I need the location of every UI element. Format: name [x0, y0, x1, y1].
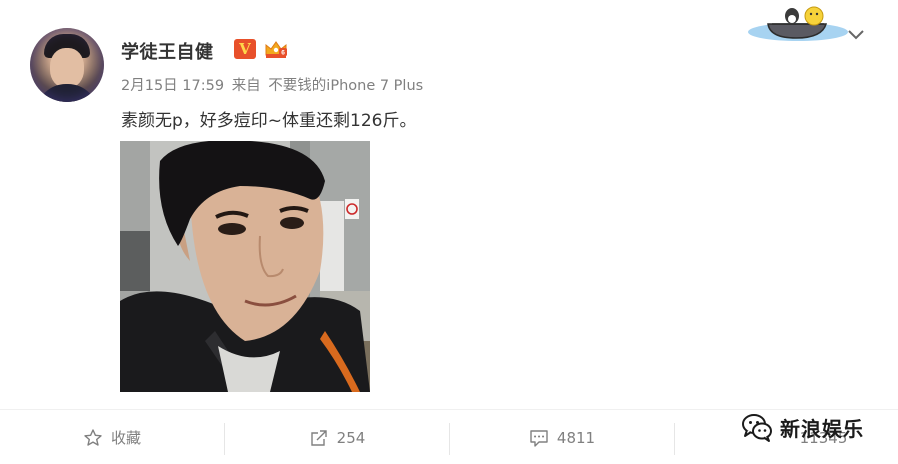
repost-button[interactable]: 254	[225, 410, 449, 464]
share-arrow-icon	[310, 429, 327, 446]
watermark: 新浪娱乐	[740, 410, 864, 444]
post-image[interactable]	[120, 141, 370, 392]
boat-decoration-icon	[748, 6, 848, 41]
verified-badge-icon: V	[234, 39, 256, 59]
username[interactable]: 学徒王自健	[121, 38, 214, 64]
repost-count: 254	[336, 428, 366, 447]
comment-count: 4811	[556, 428, 596, 447]
favorite-button[interactable]: 收藏	[0, 410, 224, 464]
post-meta: 2月15日 17:59 来自 不要钱的iPhone 7 Plus	[121, 74, 426, 95]
vip-crown-icon: 6	[265, 41, 287, 58]
post-source[interactable]: 不要钱的iPhone 7 Plus	[268, 78, 423, 94]
wechat-bubble-icon	[742, 414, 772, 442]
chevron-down-icon[interactable]	[846, 28, 866, 42]
source-prefix: 来自	[231, 78, 261, 94]
comment-button[interactable]: 4811	[450, 410, 674, 464]
avatar[interactable]	[30, 28, 104, 102]
post-timestamp[interactable]: 2月15日 17:59	[121, 78, 224, 94]
weibo-post-card: 学徒王自健 V 6 2月15日 17:59 来自 不要钱的iPhone 7 Pl…	[0, 0, 898, 464]
star-outline-icon	[84, 428, 102, 446]
comment-bubble-icon	[530, 429, 548, 447]
favorite-label: 收藏	[110, 429, 141, 447]
post-text: 素颜无p，好多痘印~体重还剩126斤。	[121, 111, 417, 131]
watermark-text: 新浪娱乐	[780, 416, 864, 441]
selfie-photo	[120, 141, 370, 392]
svg-text:6: 6	[281, 50, 285, 57]
